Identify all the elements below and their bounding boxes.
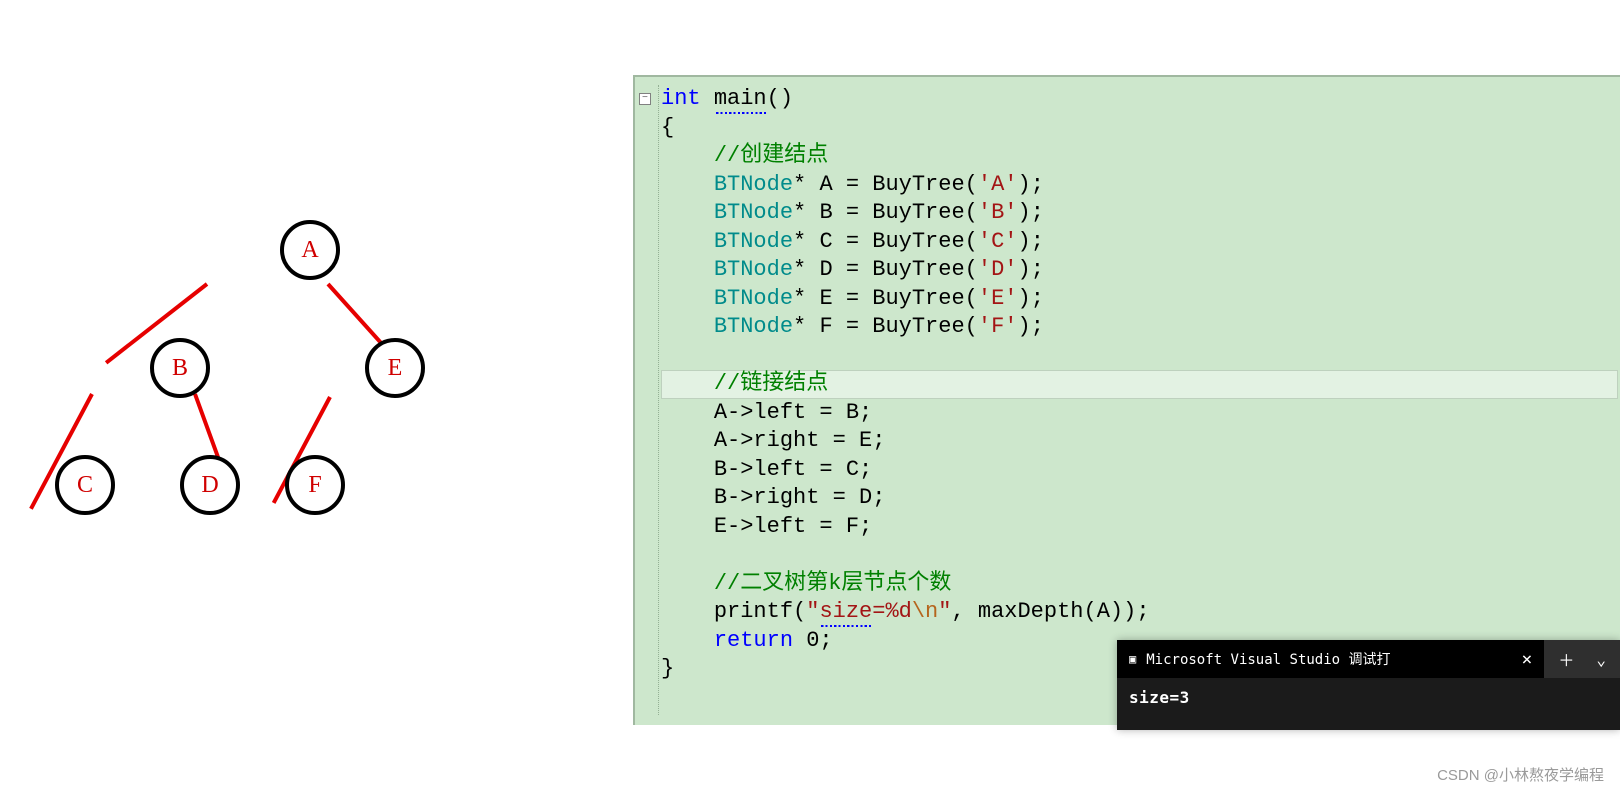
chevron-down-icon[interactable]: ⌄	[1596, 650, 1606, 669]
tree-node-c: C	[55, 455, 115, 515]
comment-k-level: //二叉树第k层节点个数	[714, 571, 952, 596]
tree-node-b: B	[150, 338, 210, 398]
terminal-icon: ▣	[1129, 652, 1136, 666]
terminal-tab[interactable]: ▣ Microsoft Visual Studio 调试打 ×	[1117, 640, 1544, 678]
terminal-title: Microsoft Visual Studio 调试打	[1146, 649, 1390, 669]
terminal-tab-actions: ＋ ⌄	[1544, 640, 1620, 678]
debug-console[interactable]: ▣ Microsoft Visual Studio 调试打 × ＋ ⌄ size…	[1117, 640, 1620, 730]
tree-node-d: D	[180, 455, 240, 515]
tree-node-e: E	[365, 338, 425, 398]
function-main: main	[714, 86, 767, 114]
keyword-int: int	[661, 86, 701, 111]
new-tab-icon[interactable]: ＋	[1558, 647, 1574, 671]
editor-gutter: −	[635, 85, 659, 715]
tree-node-f: F	[285, 455, 345, 515]
terminal-output: size=3	[1117, 678, 1620, 717]
fold-minus-icon[interactable]: −	[639, 93, 651, 105]
close-icon[interactable]: ×	[1522, 649, 1533, 670]
comment-link-nodes: //链接结点	[714, 371, 828, 396]
tree-node-a: A	[280, 220, 340, 280]
comment-create-nodes: //创建结点	[714, 143, 828, 168]
binary-tree-diagram: A B E C D F	[30, 210, 430, 530]
terminal-titlebar[interactable]: ▣ Microsoft Visual Studio 调试打 × ＋ ⌄	[1117, 640, 1620, 678]
watermark: CSDN @小林熬夜学编程	[1437, 764, 1604, 785]
code-editor[interactable]: − int main() { //创建结点 BTNode* A = BuyTre…	[633, 75, 1620, 725]
code-content: int main() { //创建结点 BTNode* A = BuyTree(…	[661, 85, 1150, 684]
